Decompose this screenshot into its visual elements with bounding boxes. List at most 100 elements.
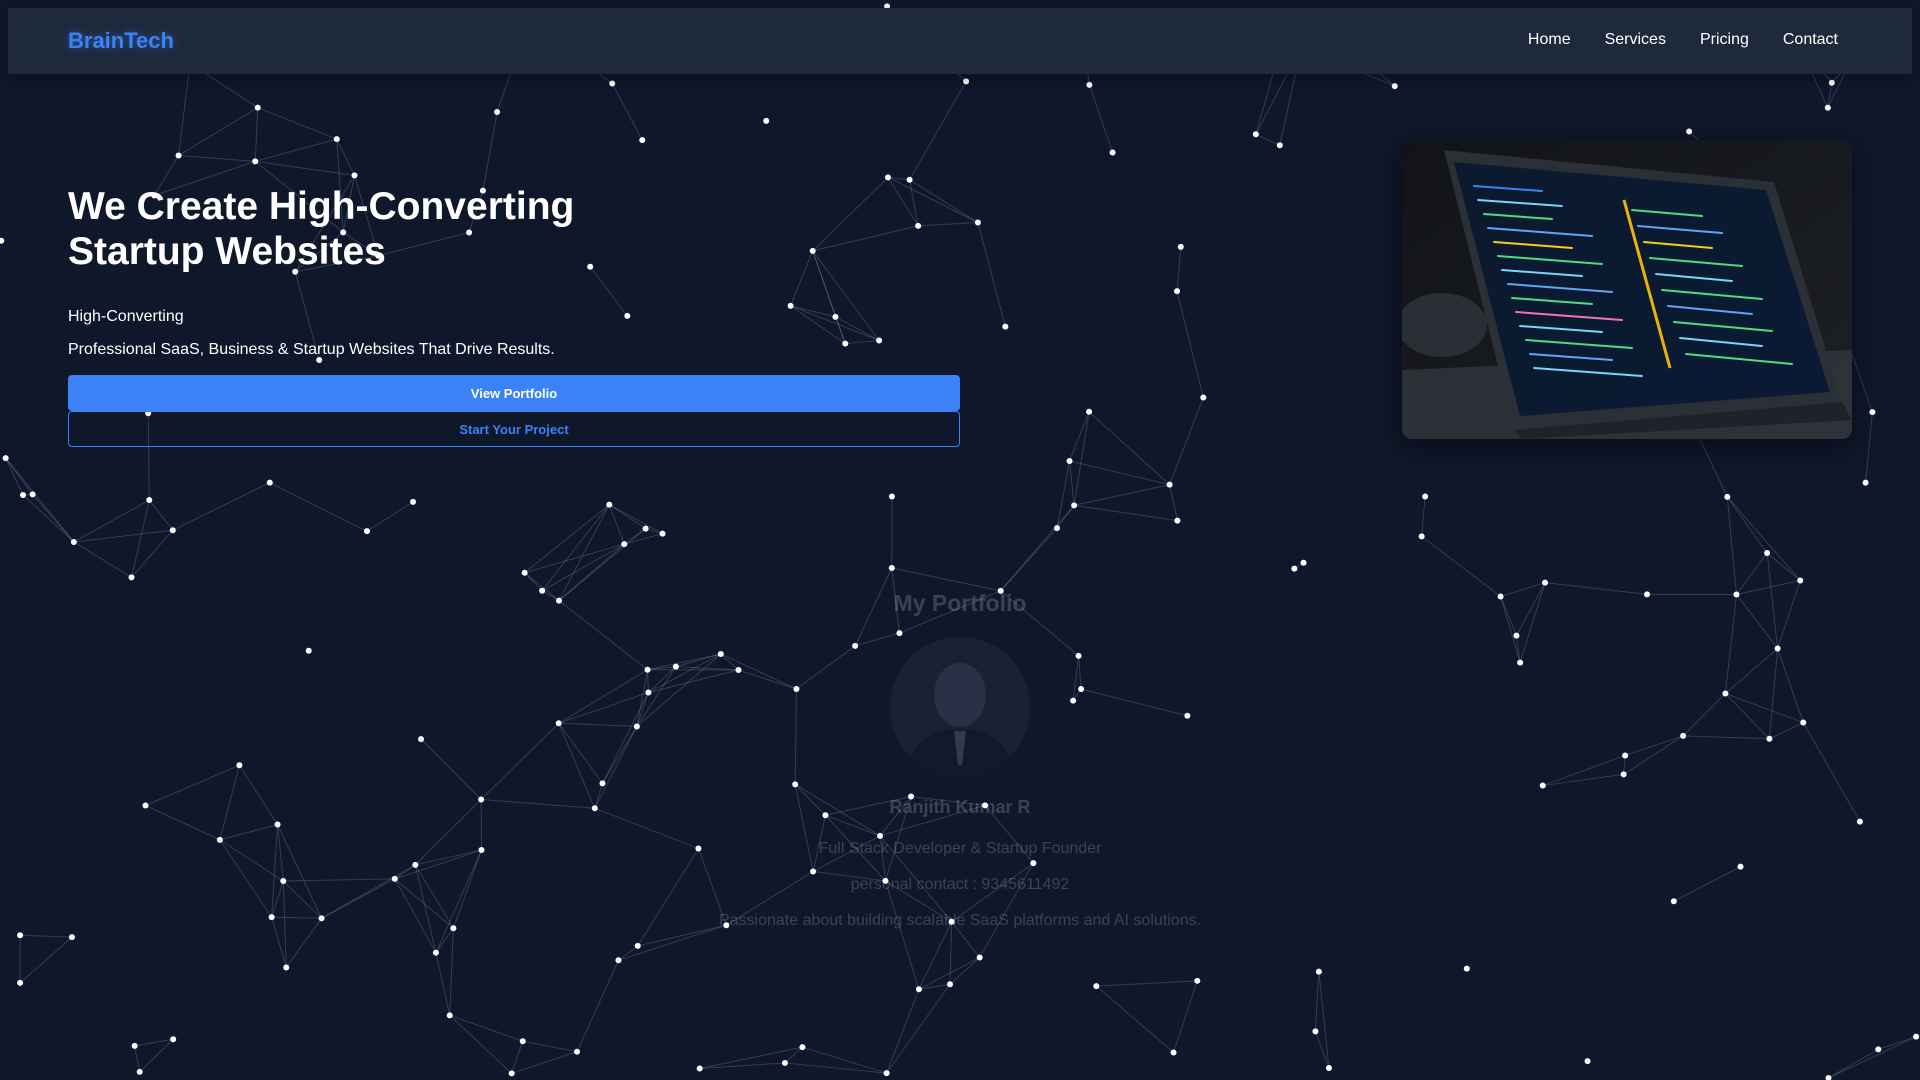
network-node (283, 964, 290, 971)
network-node (478, 847, 485, 854)
network-link (1542, 773, 1624, 787)
network-link (1169, 484, 1178, 521)
network-node (974, 219, 981, 226)
network-link (1255, 133, 1281, 146)
network-link (1624, 735, 1684, 756)
network-link (1766, 552, 1779, 649)
network-node (450, 925, 457, 932)
network-link (271, 916, 287, 968)
network-node (1291, 565, 1298, 572)
nav-link-contact[interactable]: Contact (1783, 31, 1838, 49)
network-link (1088, 411, 1170, 486)
network-link (449, 1014, 523, 1042)
network-link (1176, 290, 1204, 398)
network-link (1777, 648, 1804, 723)
network-node (606, 501, 613, 508)
network-node (615, 957, 622, 964)
network-link (1421, 535, 1501, 597)
network-node (1391, 83, 1398, 90)
network-link (269, 482, 368, 532)
network-link (1683, 735, 1770, 740)
start-project-button[interactable]: Start Your Project (68, 411, 960, 447)
network-link (131, 529, 174, 578)
network-link (977, 222, 1006, 327)
nav-link-services[interactable]: Services (1605, 31, 1666, 49)
network-node (915, 986, 922, 993)
network-link (394, 864, 416, 880)
network-link (1074, 484, 1170, 506)
network-link (886, 989, 920, 1074)
network-node (0, 237, 5, 244)
network-link (394, 878, 437, 953)
network-node (642, 525, 649, 532)
network-link (1865, 412, 1873, 483)
network-node (574, 1048, 581, 1055)
portfolio-section: My Portfolio Ranjith Kumar R Full Stack … (660, 590, 1260, 930)
network-node (1797, 577, 1804, 584)
network-link (1500, 596, 1517, 636)
network-node (1300, 559, 1307, 566)
network-node (1174, 288, 1181, 295)
network-link (608, 504, 625, 545)
network-node (1913, 1033, 1920, 1040)
profile-contact: personal contact : 9345611492 (850, 876, 1070, 893)
network-node (318, 915, 325, 922)
network-link (1169, 397, 1204, 485)
network-node (1774, 645, 1781, 652)
network-link (178, 63, 191, 156)
network-link (524, 572, 560, 601)
network-link (1878, 1036, 1917, 1050)
network-link (1828, 1048, 1879, 1079)
view-portfolio-button[interactable]: View Portfolio (68, 375, 960, 411)
brand-logo[interactable]: BrainTech (68, 28, 174, 54)
network-link (1724, 594, 1737, 694)
network-node (1686, 128, 1693, 135)
network-node (68, 934, 75, 941)
network-link (609, 504, 646, 530)
network-node (1071, 502, 1078, 509)
network-link (909, 81, 967, 181)
network-node (644, 666, 651, 673)
network-node (169, 527, 176, 534)
network-node (1539, 782, 1546, 789)
network-node (1824, 104, 1831, 111)
network-node (432, 949, 439, 956)
network-node (1276, 142, 1283, 149)
network-node (236, 762, 243, 769)
network-link (219, 765, 240, 841)
network-node (20, 491, 27, 498)
nav-link-pricing[interactable]: Pricing (1700, 31, 1749, 49)
network-node (799, 1044, 806, 1051)
hero-title: We Create High-Converting Startup Websit… (68, 185, 575, 273)
network-link (22, 494, 75, 543)
network-node (136, 1068, 143, 1075)
network-node (146, 497, 153, 504)
network-node (17, 979, 24, 986)
network-link (420, 738, 482, 800)
network-node (696, 1065, 703, 1072)
network-link (282, 881, 287, 968)
hero-section: We Create High-Converting Startup Websit… (68, 184, 960, 447)
network-link (1421, 496, 1426, 537)
network-node (1093, 983, 1100, 990)
network-node (1086, 408, 1093, 415)
network-link (482, 111, 498, 191)
network-link (1069, 460, 1075, 506)
network-link (611, 83, 643, 141)
network-node (1766, 735, 1773, 742)
network-node (659, 530, 666, 537)
network-link (1736, 594, 1779, 649)
network-link (271, 916, 322, 919)
network-link (1088, 84, 1114, 153)
network-node (599, 780, 606, 787)
network-node (1644, 591, 1651, 598)
network-link (219, 824, 278, 841)
network-link (618, 945, 639, 961)
network-link (647, 669, 649, 693)
network-node (1680, 732, 1687, 739)
network-link (1542, 755, 1626, 787)
nav-link-home[interactable]: Home (1528, 31, 1571, 49)
network-link (19, 936, 73, 984)
network-link (1726, 496, 1768, 554)
network-node (883, 1070, 890, 1077)
